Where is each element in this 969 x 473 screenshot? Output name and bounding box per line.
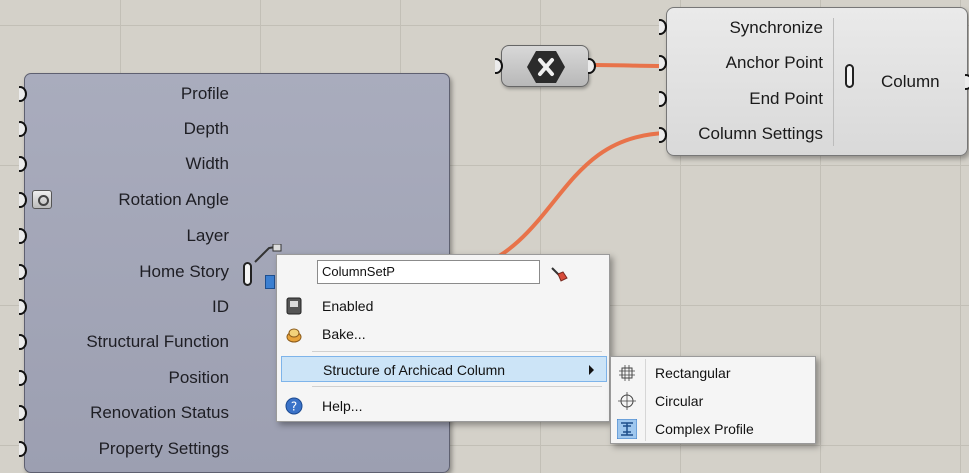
submenu-item-circular[interactable]: Circular [611, 387, 815, 414]
menu-label: Bake... [322, 326, 366, 342]
output-column[interactable]: Column [881, 72, 940, 92]
svg-text:?: ? [291, 400, 297, 414]
input-anchor-point[interactable]: Anchor Point [726, 53, 823, 73]
input-id[interactable]: ID [19, 293, 239, 321]
input-home-story[interactable]: Home Story [19, 258, 239, 286]
hexagon-cross-icon [527, 51, 565, 83]
input-label: Structural Function [86, 332, 229, 351]
input-synchronize[interactable]: Synchronize [729, 18, 823, 38]
input-label: Rotation Angle [118, 190, 229, 209]
input-profile[interactable]: Profile [19, 80, 239, 108]
complex-profile-icon [617, 419, 637, 439]
menu-separator [312, 351, 602, 352]
input-label: ID [212, 297, 229, 316]
input-label: Property Settings [98, 439, 229, 458]
nickname-input[interactable]: ColumnSetP [317, 260, 540, 284]
submenu-label: Rectangular [655, 365, 731, 381]
component-divider [833, 18, 834, 146]
menu-label: Structure of Archicad Column [323, 362, 506, 378]
help-icon: ? [285, 397, 303, 415]
menu-label: Enabled [322, 298, 374, 314]
list-bracket-icon [845, 64, 854, 88]
input-layer[interactable]: Layer [19, 222, 239, 250]
input-end-point[interactable]: End Point [749, 89, 823, 109]
context-menu: ColumnSetP Enabled Bake... Structure of … [276, 254, 610, 422]
angle-parameter-icon [32, 190, 52, 209]
menu-item-enabled[interactable]: Enabled [277, 293, 609, 319]
structure-submenu: Rectangular Circular Complex Profile [610, 356, 816, 444]
menu-item-structure[interactable]: Structure of Archicad Column [281, 356, 607, 382]
wire-hex-to-anchor[interactable] [593, 63, 669, 68]
paintbrush-icon[interactable] [549, 264, 571, 284]
input-label: Depth [183, 119, 229, 138]
input-label: Renovation Status [90, 403, 229, 422]
bake-icon [286, 328, 302, 343]
output-grip-icon[interactable] [265, 275, 275, 289]
hexagon-node[interactable] [495, 45, 596, 87]
submenu-label: Circular [655, 393, 704, 409]
input-structural-function[interactable]: Structural Function [19, 328, 239, 356]
submenu-item-complex-profile[interactable]: Complex Profile [611, 415, 815, 442]
input-rotation-angle[interactable]: Rotation Angle [19, 186, 239, 214]
submenu-arrow-icon [589, 365, 594, 375]
wire-settings[interactable] [469, 131, 669, 272]
input-label: Home Story [139, 262, 229, 281]
input-renovation-status[interactable]: Renovation Status [19, 399, 239, 427]
menu-separator [312, 386, 602, 387]
submenu-item-rectangular[interactable]: Rectangular [611, 359, 815, 386]
circular-profile-icon [618, 392, 636, 410]
enabled-checkbox-icon [286, 297, 302, 315]
menu-item-help[interactable]: ? Help... [277, 393, 609, 419]
input-label: Width [185, 154, 229, 173]
input-position[interactable]: Position [19, 364, 239, 392]
rectangular-profile-icon [619, 365, 635, 381]
input-depth[interactable]: Depth [19, 115, 239, 143]
menu-item-bake[interactable]: Bake... [277, 321, 609, 347]
column-component[interactable]: Synchronize Anchor Point End Point Colum… [659, 7, 969, 156]
list-bracket-icon [243, 262, 252, 286]
menu-label: Help... [322, 398, 363, 414]
submenu-label: Complex Profile [655, 421, 754, 437]
input-column-settings[interactable]: Column Settings [698, 124, 823, 144]
input-label: Position [168, 368, 229, 387]
input-width[interactable]: Width [19, 150, 239, 178]
input-property-settings[interactable]: Property Settings [19, 435, 239, 463]
input-label: Layer [186, 226, 229, 245]
input-label: Profile [180, 84, 229, 103]
